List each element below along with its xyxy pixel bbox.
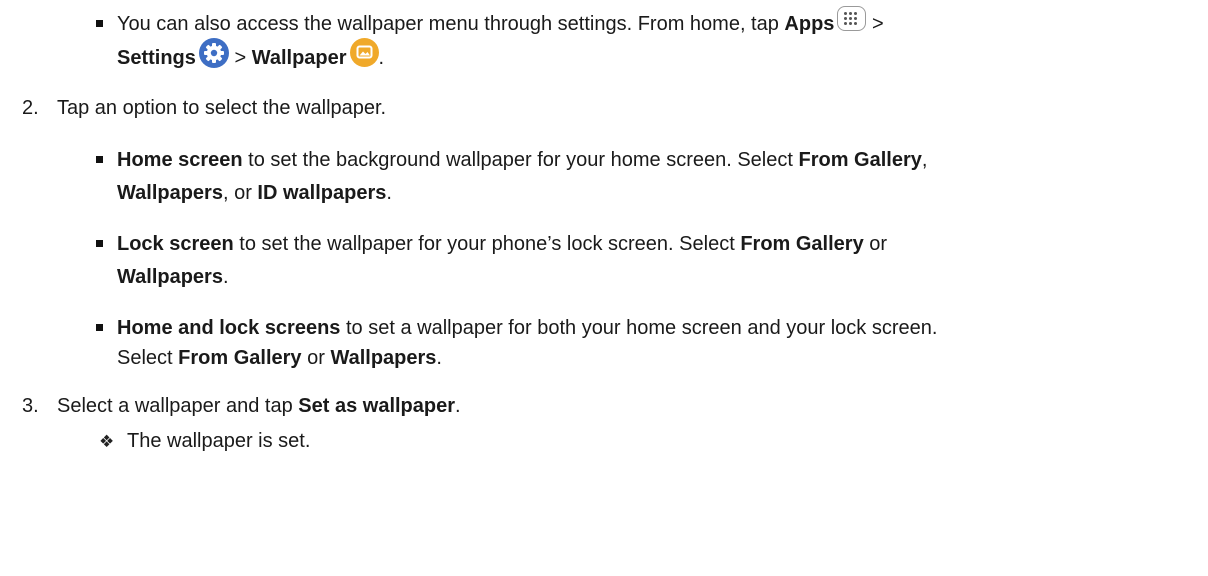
bullet-home-line2: Wallpapers, or ID wallpapers. bbox=[117, 182, 392, 204]
bullet-marker bbox=[96, 240, 103, 247]
apps-grid-icon bbox=[837, 6, 867, 32]
result-diamond-icon: ❖ bbox=[99, 432, 115, 451]
result-text: The wallpaper is set. bbox=[127, 430, 311, 452]
bullet-both-line2: Select From Gallery or Wallpapers. bbox=[117, 347, 442, 369]
settings-gear-icon bbox=[198, 37, 229, 68]
wallpaper-image-icon bbox=[349, 38, 379, 68]
bullet-both-line1: Home and lock screens to set a wallpaper… bbox=[117, 317, 938, 339]
bullet-access-line2: Settings > Wallpaper. bbox=[117, 37, 384, 75]
bullet-lock-line1: Lock screen to set the wallpaper for you… bbox=[117, 233, 888, 255]
step-3-number: 3. bbox=[22, 395, 39, 417]
bullet-marker bbox=[96, 20, 103, 27]
step-2-number: 2. bbox=[22, 97, 39, 119]
bullet-marker bbox=[96, 156, 103, 163]
bullet-home-line1: Home screen to set the background wallpa… bbox=[117, 149, 928, 171]
bullet-access-line1: You can also access the wallpaper menu t… bbox=[117, 6, 884, 41]
bullet-marker bbox=[96, 324, 103, 331]
bullet-lock-line2: Wallpapers. bbox=[117, 266, 229, 288]
step-2-text: Tap an option to select the wallpaper. bbox=[57, 97, 387, 119]
step-3-text: Select a wallpaper and tap Set as wallpa… bbox=[57, 395, 461, 417]
